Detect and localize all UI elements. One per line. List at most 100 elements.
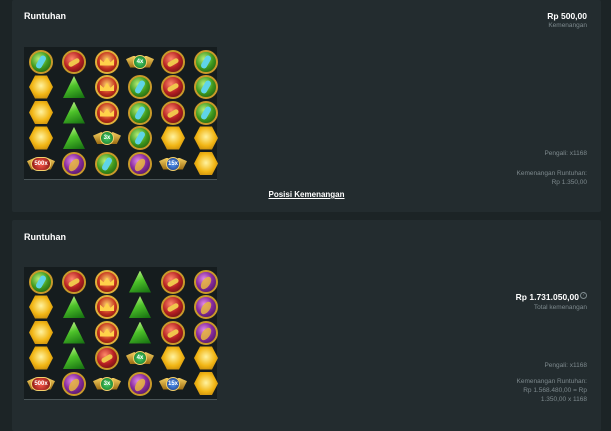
yellow-hexagon-icon <box>161 346 185 370</box>
multiplier-icon: 4x <box>126 52 154 72</box>
cascade-win-line1: Rp 1.568.480,00 = Rp <box>523 386 587 394</box>
grid-cell <box>158 295 188 320</box>
grid-cell <box>158 320 188 345</box>
multiplier-info: Pengali: x1168 <box>544 150 587 159</box>
cascade-win-value: Rp 1.350,00 <box>551 178 587 186</box>
multiplier-label: 3x <box>100 376 114 391</box>
grid-cell <box>92 100 122 125</box>
grid-cell <box>59 371 89 396</box>
grid-cell <box>125 151 155 176</box>
grid-cell <box>26 295 56 320</box>
green-orb-icon <box>128 100 152 125</box>
red-orb-icon <box>62 269 86 294</box>
grid-cell: 500x <box>26 371 56 396</box>
info-icon[interactable]: ? <box>580 292 587 299</box>
green-orb-icon <box>29 269 53 294</box>
total-win-amount: Rp 1.731.050,00 <box>515 292 579 302</box>
cascade-win-label: Kemenangan Runtuhan: <box>516 378 587 385</box>
grid-cell <box>158 126 188 151</box>
green-triangle-icon <box>63 347 85 369</box>
red-orb-icon <box>161 320 185 345</box>
multiplier-icon: 15x <box>159 374 187 394</box>
green-orb-icon <box>194 100 218 125</box>
cascade-win-line2: 1.350,00 x 1168 <box>540 395 587 403</box>
symbol-grid-cells: 4x 3x 500x 15x <box>26 49 221 177</box>
grid-cell <box>92 151 122 176</box>
yellow-hexagon-icon <box>194 126 218 150</box>
win-summary: Rp 500,00 Kemenangan <box>547 11 587 31</box>
multiplier-label: Pengali: x1168 <box>544 362 587 369</box>
grid-cell <box>92 269 122 294</box>
symbol-grid: 4x 3x 500x 15x <box>24 47 218 180</box>
grid-cell <box>125 100 155 125</box>
grid-cell <box>125 269 155 294</box>
green-triangle-icon <box>129 270 151 293</box>
crown-orb-icon <box>95 100 119 125</box>
multiplier-icon: 4x <box>126 348 154 368</box>
grid-cell <box>125 75 155 100</box>
panel-title: Runtuhan <box>24 232 66 242</box>
grid-cell <box>26 75 56 100</box>
grid-cell <box>158 346 188 371</box>
yellow-hexagon-icon <box>29 320 53 345</box>
grid-cell <box>158 269 188 294</box>
yellow-hexagon-icon <box>29 346 53 370</box>
grid-cell <box>191 49 221 74</box>
green-triangle-icon <box>129 321 151 344</box>
purple-orb-icon <box>62 151 86 176</box>
green-triangle-icon <box>129 296 151 318</box>
grid-cell <box>59 269 89 294</box>
crown-orb-icon <box>95 75 119 99</box>
yellow-hexagon-icon <box>29 75 53 99</box>
green-triangle-icon <box>63 321 85 344</box>
green-orb-icon <box>128 75 152 99</box>
yellow-hexagon-icon <box>29 295 53 319</box>
red-orb-icon <box>161 49 185 74</box>
symbol-grid-cells: 4x 500x 3x 15x <box>26 269 221 397</box>
red-orb-icon <box>161 269 185 294</box>
green-triangle-icon <box>63 101 85 124</box>
multiplier-icon: 3x <box>93 374 121 394</box>
green-orb-icon <box>194 75 218 99</box>
grid-cell <box>59 346 89 371</box>
yellow-hexagon-icon <box>194 371 218 396</box>
purple-orb-icon <box>194 295 218 319</box>
multiplier-info: Pengali: x1168 <box>544 362 587 371</box>
grid-cell <box>59 75 89 100</box>
green-orb-icon <box>95 151 119 176</box>
grid-cell <box>125 126 155 151</box>
green-triangle-icon <box>63 76 85 98</box>
multiplier-label: Pengali: x1168 <box>544 150 587 157</box>
multiplier-label: 3x <box>100 131 114 145</box>
crown-orb-icon <box>95 320 119 345</box>
grid-cell: 4x <box>125 49 155 74</box>
grid-cell <box>92 75 122 100</box>
multiplier-icon: 15x <box>159 154 187 174</box>
total-win-label: Total kemenangan <box>533 303 587 311</box>
grid-cell <box>191 100 221 125</box>
yellow-hexagon-icon <box>161 126 185 150</box>
yellow-hexagon-icon <box>194 151 218 176</box>
grid-cell <box>158 100 188 125</box>
yellow-hexagon-icon <box>194 346 218 370</box>
winning-positions-link[interactable]: Posisi Kemenangan <box>12 190 601 199</box>
symbol-grid: 4x 500x 3x 15x <box>24 267 218 400</box>
grid-cell <box>158 75 188 100</box>
panel-title: Runtuhan <box>24 11 66 21</box>
grid-cell <box>92 346 122 371</box>
grid-cell <box>191 126 221 151</box>
grid-cell <box>26 49 56 74</box>
multiplier-label: 4x <box>133 351 147 365</box>
grid-cell <box>191 269 221 294</box>
purple-orb-icon <box>128 371 152 396</box>
grid-cell <box>191 346 221 371</box>
grid-cell <box>92 49 122 74</box>
cascade-win-info: Kemenangan Runtuhan: Rp 1.350,00 <box>517 170 587 188</box>
multiplier-icon: 3x <box>93 128 121 148</box>
cascade-win-info: Kemenangan Runtuhan: Rp 1.568.480,00 = R… <box>517 378 587 404</box>
cascade-panel-1: Runtuhan Rp 500,00 Kemenangan 4x 3x 500x 15… <box>12 0 601 212</box>
grid-cell <box>59 100 89 125</box>
multiplier-label: 15x <box>166 156 180 171</box>
grid-cell <box>59 320 89 345</box>
green-triangle-icon <box>63 296 85 318</box>
